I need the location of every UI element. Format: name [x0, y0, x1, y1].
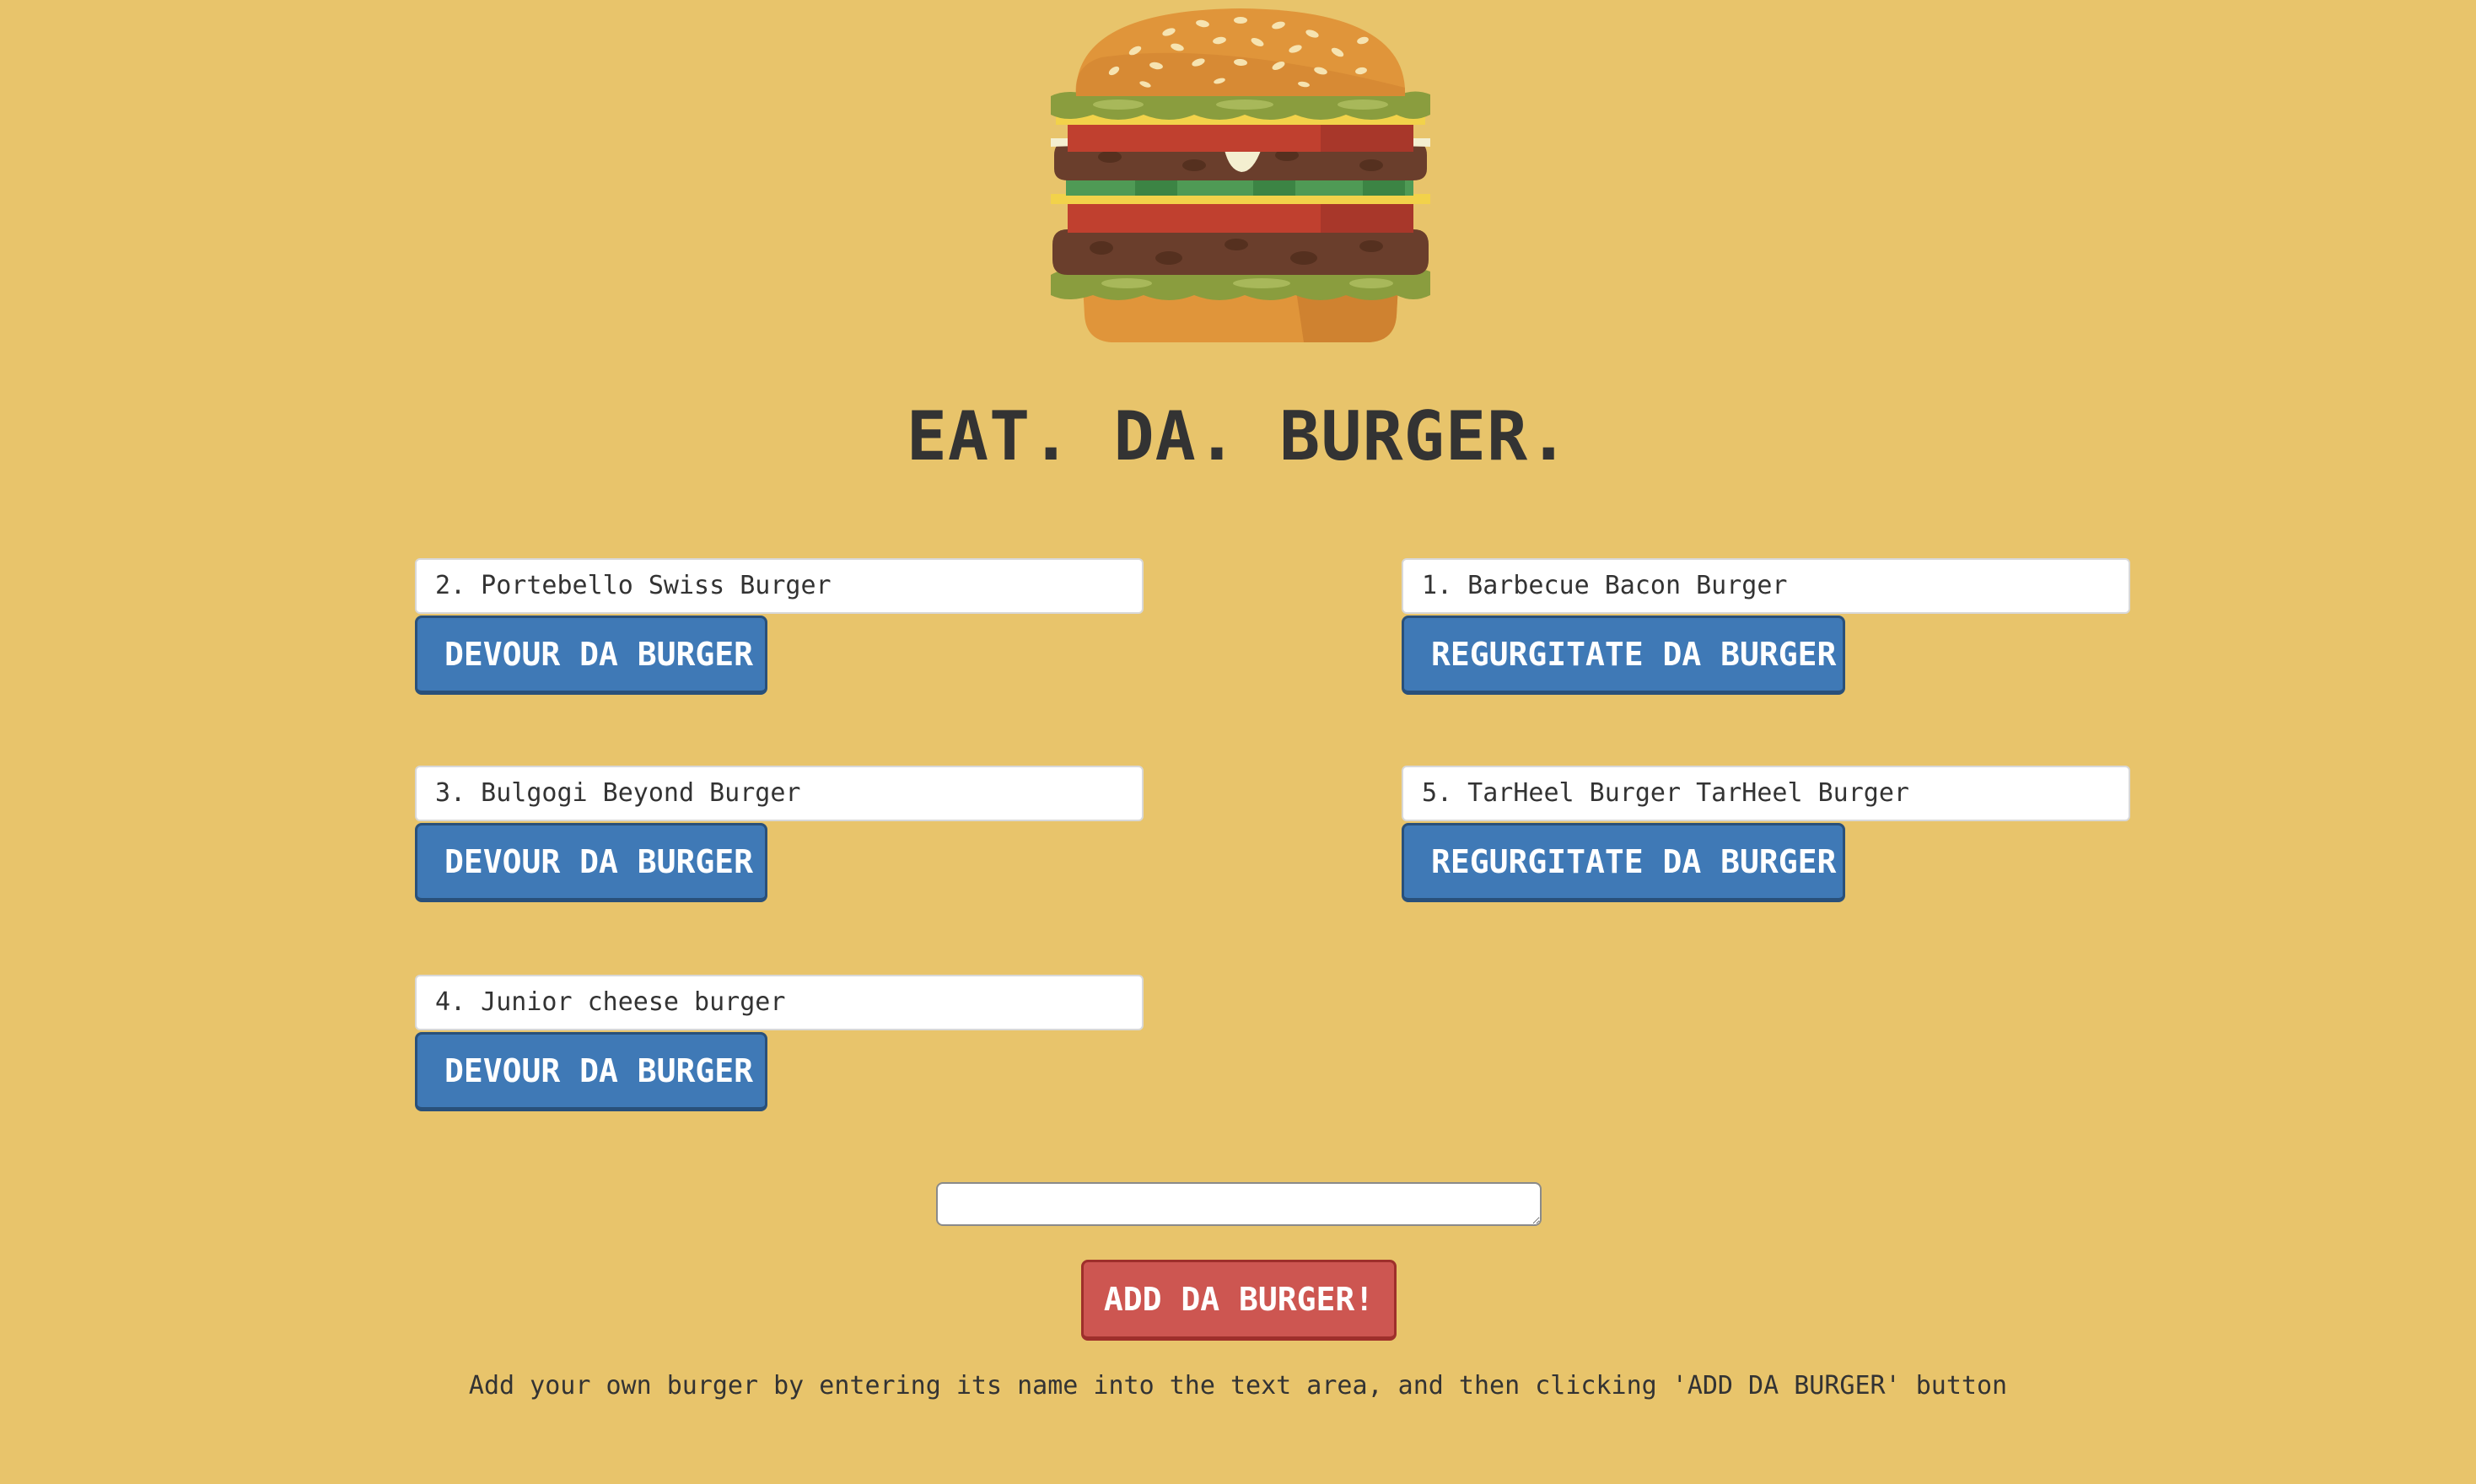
eaten-burger-item: 1. Barbecue Bacon Burger REGURGITATE DA … [1402, 558, 2130, 695]
regurgitate-button[interactable]: REGURGITATE DA BURGER [1402, 823, 1845, 902]
regurgitate-button[interactable]: REGURGITATE DA BURGER [1402, 616, 1845, 695]
uneaten-burger-item: 4. Junior cheese burger DEVOUR DA BURGER [415, 975, 1144, 1111]
burger-name-field: 5. TarHeel Burger TarHeel Burger [1402, 766, 2130, 821]
hamburger-icon [1051, 8, 1430, 342]
burger-name-field: 3. Bulgogi Beyond Burger [415, 766, 1144, 821]
devour-button[interactable]: DEVOUR DA BURGER [415, 823, 767, 902]
burger-name-field: 1. Barbecue Bacon Burger [1402, 558, 2130, 614]
new-burger-textarea[interactable] [936, 1182, 1542, 1226]
burger-name-field: 4. Junior cheese burger [415, 975, 1144, 1030]
devour-button[interactable]: DEVOUR DA BURGER [415, 616, 767, 695]
uneaten-burger-item: 2. Portebello Swiss Burger DEVOUR DA BUR… [415, 558, 1144, 695]
burger-name-field: 2. Portebello Swiss Burger [415, 558, 1144, 614]
eaten-burger-item: 5. TarHeel Burger TarHeel Burger REGURGI… [1402, 766, 2130, 902]
devour-button[interactable]: DEVOUR DA BURGER [415, 1032, 767, 1111]
add-burger-button[interactable]: ADD DA BURGER! [1081, 1260, 1397, 1341]
page-title: EAT. DA. BURGER. [906, 397, 1570, 476]
instructions-text: Add your own burger by entering its name… [468, 1371, 2008, 1401]
uneaten-burger-item: 3. Bulgogi Beyond Burger DEVOUR DA BURGE… [415, 766, 1144, 902]
